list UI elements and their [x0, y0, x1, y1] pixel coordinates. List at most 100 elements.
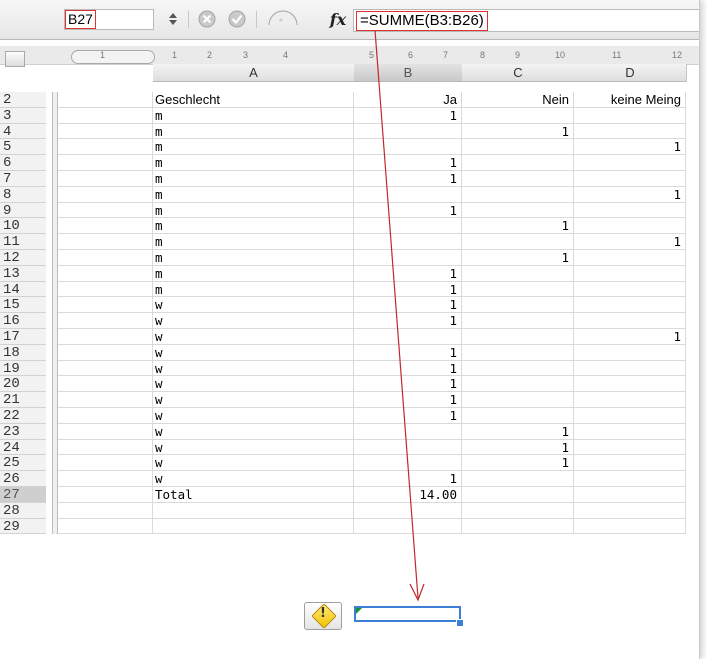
- row-header[interactable]: 26: [0, 471, 46, 487]
- cell-b-19[interactable]: 1: [354, 360, 462, 377]
- cell-a-22[interactable]: w: [153, 408, 354, 424]
- row-header[interactable]: 22: [0, 408, 46, 424]
- row-header[interactable]: 25: [0, 455, 46, 471]
- cell-a-16[interactable]: w: [153, 313, 354, 329]
- column-header-d[interactable]: D: [574, 64, 687, 82]
- cell-b-13[interactable]: 1: [354, 265, 462, 282]
- row-header[interactable]: 15: [0, 297, 46, 313]
- warning-button[interactable]: !: [304, 602, 342, 630]
- cell-c-25[interactable]: 1: [462, 455, 574, 472]
- cell-d-3[interactable]: [574, 107, 686, 124]
- cell-d-26[interactable]: [574, 471, 686, 487]
- row-header[interactable]: 14: [0, 281, 46, 297]
- confirm-icon[interactable]: [226, 9, 248, 29]
- hidden-column-cell[interactable]: [58, 408, 153, 424]
- cell-a-13[interactable]: m: [153, 265, 354, 282]
- cell-a-15[interactable]: w: [153, 297, 354, 314]
- cell-c-14[interactable]: [462, 281, 574, 298]
- hidden-column-cell[interactable]: [58, 234, 153, 250]
- cell-c-28[interactable]: [462, 502, 574, 519]
- cell-c-2[interactable]: Nein: [462, 92, 574, 108]
- hidden-column-cell[interactable]: [58, 186, 153, 203]
- hidden-column-cell[interactable]: [58, 139, 153, 156]
- name-box[interactable]: B27: [64, 9, 154, 30]
- cell-a-25[interactable]: w: [153, 455, 354, 472]
- cell-c-9[interactable]: [462, 202, 574, 219]
- hidden-column-cell[interactable]: [58, 487, 153, 503]
- cell-c-3[interactable]: [462, 107, 574, 124]
- cell-b-14[interactable]: 1: [354, 281, 462, 298]
- cell-a-14[interactable]: m: [153, 281, 354, 298]
- row-header[interactable]: 19: [0, 360, 46, 376]
- cell-a-9[interactable]: m: [153, 202, 354, 219]
- cell-c-26[interactable]: [462, 471, 574, 487]
- row-header[interactable]: 8: [0, 186, 46, 203]
- cell-d-15[interactable]: [574, 297, 686, 314]
- row-header[interactable]: 23: [0, 423, 46, 440]
- cell-d-21[interactable]: [574, 392, 686, 408]
- row-header[interactable]: 21: [0, 392, 46, 408]
- hidden-column-cell[interactable]: [58, 471, 153, 487]
- cell-a-5[interactable]: m: [153, 139, 354, 156]
- cell-a-23[interactable]: w: [153, 423, 354, 440]
- row-header[interactable]: 28: [0, 502, 46, 519]
- cell-c-20[interactable]: [462, 376, 574, 393]
- cell-b-8[interactable]: [354, 186, 462, 203]
- cell-d-12[interactable]: [574, 250, 686, 266]
- row-header[interactable]: 29: [0, 518, 46, 534]
- row-header[interactable]: 20: [0, 376, 46, 392]
- cell-c-11[interactable]: [462, 234, 574, 250]
- row-header[interactable]: 11: [0, 234, 46, 250]
- cell-b-15[interactable]: 1: [354, 297, 462, 314]
- cancel-icon[interactable]: [196, 9, 218, 29]
- hidden-column-cell[interactable]: [58, 455, 153, 472]
- cell-a-4[interactable]: m: [153, 123, 354, 140]
- cell-d-6[interactable]: [574, 155, 686, 171]
- cell-b-6[interactable]: 1: [354, 155, 462, 171]
- cell-b-5[interactable]: [354, 139, 462, 156]
- cell-a-18[interactable]: w: [153, 344, 354, 361]
- hidden-column-cell[interactable]: [58, 376, 153, 393]
- hidden-column-cell[interactable]: [58, 92, 153, 108]
- cell-c-23[interactable]: 1: [462, 423, 574, 440]
- cell-a-20[interactable]: w: [153, 376, 354, 393]
- cell-b-29[interactable]: [354, 518, 462, 535]
- cell-b-12[interactable]: [354, 250, 462, 266]
- hidden-column-cell[interactable]: [58, 297, 153, 314]
- hidden-column-cell[interactable]: [58, 265, 153, 282]
- row-header[interactable]: 27: [0, 487, 46, 503]
- cell-b-18[interactable]: 1: [354, 344, 462, 361]
- row-header[interactable]: 9: [0, 202, 46, 218]
- cell-c-13[interactable]: [462, 265, 574, 282]
- cell-a-12[interactable]: m: [153, 250, 354, 266]
- cell-b-20[interactable]: 1: [354, 376, 462, 393]
- cell-d-9[interactable]: [574, 202, 686, 219]
- cell-c-18[interactable]: [462, 344, 574, 361]
- cell-b-4[interactable]: [354, 123, 462, 140]
- hidden-column-cell[interactable]: [58, 107, 153, 124]
- cell-b-28[interactable]: [354, 502, 462, 519]
- cell-a-29[interactable]: [153, 518, 354, 535]
- cell-c-7[interactable]: [462, 171, 574, 187]
- hidden-column-cell[interactable]: [58, 329, 153, 345]
- cell-b-11[interactable]: [354, 234, 462, 250]
- cell-d-10[interactable]: [574, 218, 686, 235]
- cell-d-19[interactable]: [574, 360, 686, 377]
- cell-d-11[interactable]: 1: [574, 234, 686, 250]
- cell-d-18[interactable]: [574, 344, 686, 361]
- formula-input[interactable]: =SUMME(B3:B26): [353, 9, 699, 32]
- cell-a-10[interactable]: m: [153, 218, 354, 235]
- cell-c-15[interactable]: [462, 297, 574, 314]
- hidden-column-cell[interactable]: [58, 250, 153, 266]
- hidden-column-cell[interactable]: [58, 171, 153, 187]
- hidden-column-cell[interactable]: [58, 360, 153, 377]
- row-header[interactable]: 12: [0, 250, 46, 266]
- cell-c-19[interactable]: [462, 360, 574, 377]
- row-header[interactable]: 6: [0, 155, 46, 171]
- cell-b-2[interactable]: Ja: [354, 92, 462, 108]
- cell-d-22[interactable]: [574, 408, 686, 424]
- row-header[interactable]: 4: [0, 123, 46, 139]
- row-header[interactable]: 10: [0, 218, 46, 234]
- hidden-column-cell[interactable]: [58, 392, 153, 408]
- cell-c-12[interactable]: 1: [462, 250, 574, 266]
